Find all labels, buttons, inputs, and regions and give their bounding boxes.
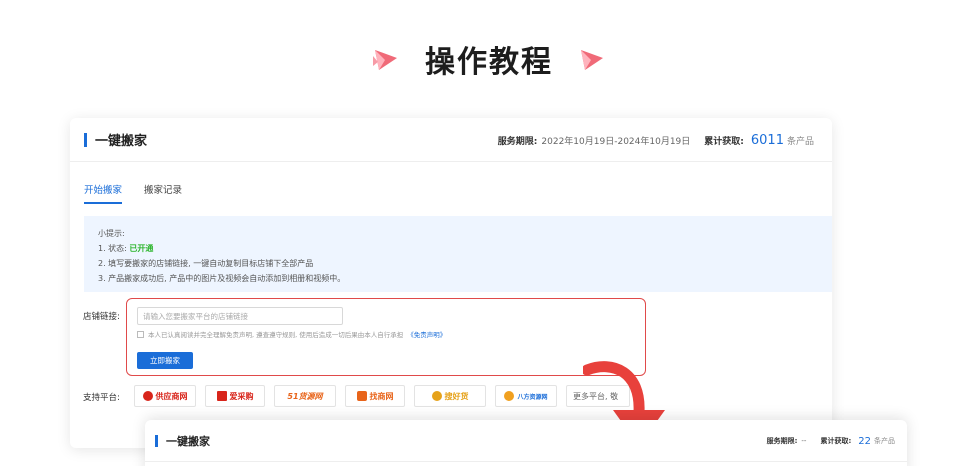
- total-unit: 条产品: [786, 136, 814, 147]
- platform-name: 爱采购: [229, 391, 254, 401]
- play-ribbon-left-icon: [373, 50, 397, 70]
- store-link-input[interactable]: [137, 307, 343, 325]
- platform-bafang[interactable]: 八方资源网: [495, 385, 557, 407]
- platform-zhaoshang[interactable]: 找商网: [345, 385, 405, 407]
- card-title: 一键搬家: [95, 134, 148, 149]
- page-title: 操作教程: [425, 45, 553, 80]
- agreement-row: 本人已认真阅读并完全理解免责声明, 遵查遵守规则, 使用后造成一切后果由本人自行…: [137, 329, 446, 339]
- platform-logo-icon: [504, 391, 515, 401]
- service-info: 服务期限: 2022年10月19日-2024年10月19日 累计获取: 6011…: [498, 118, 814, 162]
- platform-name: 八方资源网: [517, 393, 548, 401]
- status-badge: 已开通: [129, 244, 154, 253]
- store-link-label: 店铺链接:: [83, 312, 120, 322]
- title-accent-bar: [84, 132, 87, 147]
- disclaimer-link[interactable]: 《免责声明》: [407, 329, 446, 339]
- platform-logo-icon: [142, 391, 153, 401]
- move-form: 本人已认真阅读并完全理解免责声明, 遵查遵守规则, 使用后造成一切后果由本人自行…: [126, 298, 646, 376]
- platform-logo-icon: [431, 391, 442, 401]
- tips-title: 小提示:: [98, 229, 125, 238]
- service-label: 服务期限:: [766, 437, 798, 445]
- play-ribbon-right-icon: [581, 50, 603, 70]
- stage: 操作教程 一键搬家 服务期限: 2022年10月19日-2024年10月19日 …: [0, 0, 978, 466]
- total-unit: 条产品: [874, 437, 895, 445]
- tab-start-move[interactable]: 开始搬家: [84, 182, 123, 204]
- tips-panel: 小提示: 1. 状态: 已开通 2. 填写要搬家的店铺链接, 一键自动复制目标店…: [84, 216, 832, 292]
- platforms-label: 支持平台:: [83, 393, 120, 403]
- agreement-text: 本人已认真阅读并完全理解免责声明, 遵查遵守规则, 使用后造成一切后果由本人自行…: [148, 331, 404, 339]
- service-info-secondary: 服务期限: -- 累计获取: 22 条产品: [767, 420, 895, 462]
- one-click-move-card-secondary: 一键搬家 服务期限: -- 累计获取: 22 条产品: [145, 420, 907, 466]
- platform-souhaohuo[interactable]: 搜好货: [414, 385, 486, 407]
- platform-name: 供应商网: [155, 391, 188, 401]
- total-count: 22: [858, 435, 871, 447]
- tips-line-1: 1. 状态: 已开通: [98, 241, 818, 256]
- service-period: 2022年10月19日-2024年10月19日: [541, 136, 691, 147]
- platform-name: 搜好货: [444, 391, 469, 401]
- service-label: 服务期限:: [497, 136, 538, 147]
- total-label: 累计获取:: [820, 437, 852, 445]
- platform-name: 找商网: [369, 391, 394, 401]
- agree-checkbox[interactable]: [137, 330, 144, 338]
- platform-gongyingshang[interactable]: 供应商网: [134, 385, 196, 407]
- service-period: --: [801, 437, 807, 445]
- title-accent-bar: [155, 434, 158, 447]
- page-header: 操作教程: [0, 34, 978, 84]
- one-click-move-card: 一键搬家 服务期限: 2022年10月19日-2024年10月19日 累计获取:…: [70, 118, 832, 448]
- tips-status-label: 1. 状态:: [98, 244, 127, 253]
- move-now-button[interactable]: 立即搬家: [137, 352, 193, 369]
- card2-header: 一键搬家 服务期限: -- 累计获取: 22 条产品: [145, 420, 907, 462]
- platform-aicaigou[interactable]: 爱采购: [205, 385, 265, 407]
- card-header: 一键搬家 服务期限: 2022年10月19日-2024年10月19日 累计获取:…: [70, 118, 832, 162]
- tab-move-history[interactable]: 搬家记录: [144, 182, 182, 204]
- total-label: 累计获取:: [704, 136, 744, 147]
- platform-list: 供应商网 爱采购 51货源网 找商网 搜好货 八方资源网 更多平台, 敬: [134, 385, 630, 407]
- tab-bar: 开始搬家 搬家记录: [84, 182, 182, 204]
- card2-title: 一键搬家: [166, 434, 210, 448]
- total-count: 6011: [750, 132, 784, 148]
- tips-line-2: 2. 填写要搬家的店铺链接, 一键自动复制目标店铺下全部产品: [98, 259, 314, 268]
- platform-name: 51货源网: [287, 391, 323, 401]
- tips-line-3: 3. 产品搬家成功后, 产品中的图片及视频会自动添加到相册和视频中。: [98, 274, 346, 283]
- platform-logo-icon: [216, 391, 227, 401]
- platform-logo-icon: [356, 391, 367, 401]
- platform-51huoyuan[interactable]: 51货源网: [274, 385, 336, 407]
